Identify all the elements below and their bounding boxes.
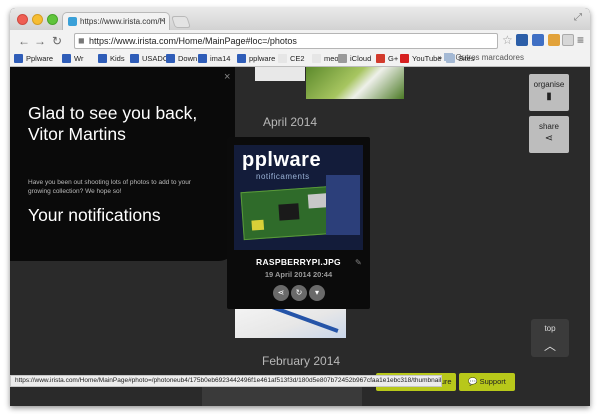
bookmark-label: CE2 bbox=[290, 54, 305, 63]
photo-image[interactable]: pplware notificaments bbox=[234, 145, 363, 250]
share-button[interactable]: share ⋖ bbox=[529, 116, 569, 153]
photo-thumbnail[interactable] bbox=[235, 307, 346, 338]
bookmark-label: Down bbox=[178, 54, 198, 63]
bookmark-meo[interactable]: meo bbox=[312, 54, 339, 63]
tab-title: https://www.irista.com/H bbox=[80, 17, 166, 26]
irista-favicon-icon bbox=[68, 17, 77, 26]
browser-tab[interactable]: https://www.irista.com/H × bbox=[62, 12, 170, 30]
bookmark-label: Sites bbox=[458, 54, 475, 63]
bookmark-icloud[interactable]: iCloud bbox=[338, 54, 371, 63]
bookmark-g-[interactable]: G+ bbox=[376, 54, 398, 63]
browser-window: https://www.irista.com/H × ⤢ ← → ↻ ◼ htt… bbox=[10, 8, 590, 406]
close-window-button[interactable] bbox=[17, 14, 28, 25]
photo-thumbnail[interactable] bbox=[255, 67, 305, 81]
menu-icon[interactable]: ≡ bbox=[577, 33, 584, 47]
bookmark-label: ima14 bbox=[210, 54, 231, 63]
blue-square-icon bbox=[130, 54, 139, 63]
blue-square-icon bbox=[237, 54, 246, 63]
bookmark-ce2[interactable]: CE2 bbox=[278, 54, 305, 63]
circuit-board-shape bbox=[240, 185, 336, 241]
notifications-title: Your notifications bbox=[28, 205, 161, 225]
chevron-up-icon: ︿ bbox=[543, 339, 556, 353]
greeting-body: Have you been out shooting lots of photo… bbox=[28, 179, 191, 195]
photo-date: 19 April 2014 20:44 bbox=[264, 270, 333, 279]
share-icon[interactable]: ⋖ bbox=[273, 285, 289, 301]
rotate-icon[interactable]: ↻ bbox=[291, 285, 307, 301]
status-bar: https://www.irista.com/Home/MainPage#pho… bbox=[10, 375, 442, 387]
support-button[interactable]: 💬 Support bbox=[459, 373, 515, 391]
reload-icon[interactable]: ↻ bbox=[52, 34, 62, 48]
page-info-icon: ◼ bbox=[78, 36, 85, 45]
title-bar: https://www.irista.com/H × ⤢ bbox=[10, 8, 590, 30]
organise-label: organise bbox=[533, 80, 565, 89]
share-icon: ⋖ bbox=[544, 133, 554, 144]
blue-square-icon bbox=[198, 54, 207, 63]
extension-check-icon[interactable] bbox=[532, 34, 544, 46]
minimize-window-button[interactable] bbox=[32, 14, 43, 25]
bookmark-label: meo bbox=[324, 54, 339, 63]
bookmark-down[interactable]: Down bbox=[166, 54, 197, 63]
bookmark-star-icon[interactable]: ☆ bbox=[502, 33, 513, 47]
irista-page: April 2014 February 2014 Glad to see you… bbox=[10, 67, 590, 406]
bookmarks-bar: » Outros marcadores Pplware Wr Kids USADOS D… bbox=[10, 52, 590, 67]
blue-square-icon bbox=[166, 54, 175, 63]
notifications-panel: Glad to see you back, Vitor Martins Have… bbox=[10, 67, 235, 261]
photo-logo-text: pplware bbox=[242, 149, 322, 171]
connector-shape bbox=[251, 219, 265, 231]
extension-cloud-icon[interactable] bbox=[548, 34, 560, 46]
extension-page-icon[interactable] bbox=[562, 34, 574, 46]
top-label: top bbox=[544, 324, 556, 333]
url-text: https://www.irista.com/Home/MainPage#loc… bbox=[89, 36, 297, 46]
bookmark-label: iCloud bbox=[350, 54, 372, 63]
address-bar[interactable]: ◼ https://www.irista.com/Home/MainPage#l… bbox=[74, 33, 498, 49]
month-heading-february: February 2014 bbox=[262, 354, 341, 368]
share-label: share bbox=[538, 122, 559, 131]
tab-close-icon[interactable]: × bbox=[160, 15, 165, 25]
browser-toolbar: ← → ↻ ◼ https://www.irista.com/Home/Main… bbox=[10, 30, 590, 52]
photo-thumbnail[interactable] bbox=[306, 67, 404, 99]
maximize-window-button[interactable] bbox=[47, 14, 58, 25]
bookmark-label: pplware bbox=[249, 54, 276, 63]
organise-button[interactable]: organise ▮ bbox=[529, 74, 569, 111]
close-icon[interactable]: × bbox=[224, 71, 230, 83]
month-heading-april: April 2014 bbox=[263, 115, 318, 129]
red-square-icon bbox=[376, 54, 385, 63]
back-to-top-button[interactable]: top ︿ bbox=[531, 319, 569, 357]
back-icon[interactable]: ← bbox=[18, 34, 30, 48]
page-icon bbox=[278, 54, 287, 63]
pen-shape bbox=[271, 307, 339, 333]
new-tab-button[interactable] bbox=[171, 16, 191, 28]
bookmark-label: G+ bbox=[388, 54, 399, 63]
bookmark-wr[interactable]: Wr bbox=[62, 54, 83, 63]
extension-badge-icon[interactable] bbox=[516, 34, 528, 46]
photo-filename: RASPBERRYPI.JPG bbox=[256, 257, 341, 267]
youtube-icon bbox=[400, 54, 409, 63]
apple-icon bbox=[338, 54, 347, 63]
fullscreen-icon[interactable]: ⤢ bbox=[574, 12, 582, 23]
greeting-heading: Glad to see you back, Vitor Martins bbox=[28, 103, 198, 144]
chip-shape bbox=[278, 203, 300, 221]
edit-pencil-icon[interactable]: ✎ bbox=[355, 258, 362, 267]
organise-icon: ▮ bbox=[546, 91, 552, 102]
blue-square-icon bbox=[14, 54, 23, 63]
bookmark-label: Wr bbox=[74, 54, 84, 63]
bookmark-label: YouTube bbox=[412, 54, 442, 63]
photo-logo-subtext: notificaments bbox=[256, 172, 310, 181]
blue-square-icon bbox=[62, 54, 71, 63]
bookmark-pplware[interactable]: pplware bbox=[237, 54, 275, 63]
blue-square-icon bbox=[98, 54, 107, 63]
bookmark-kids[interactable]: Kids bbox=[98, 54, 125, 63]
page-icon bbox=[312, 54, 321, 63]
bookmark-label: Kids bbox=[110, 54, 125, 63]
bookmark-ima14[interactable]: ima14 bbox=[198, 54, 230, 63]
bookmark-label: Pplware bbox=[26, 54, 54, 63]
folder-icon bbox=[446, 54, 455, 63]
delete-icon[interactable]: ▾ bbox=[309, 285, 325, 301]
bookmark-youtube[interactable]: YouTube bbox=[400, 54, 441, 63]
photo-preview-card: pplware notificaments RASPBERRYPI.JPG ✎ … bbox=[227, 137, 370, 309]
forward-icon[interactable]: → bbox=[34, 34, 46, 48]
bookmark-sites[interactable]: Sites bbox=[446, 54, 475, 63]
cable-shape bbox=[326, 175, 360, 235]
bookmark-pplware[interactable]: Pplware bbox=[14, 54, 53, 63]
